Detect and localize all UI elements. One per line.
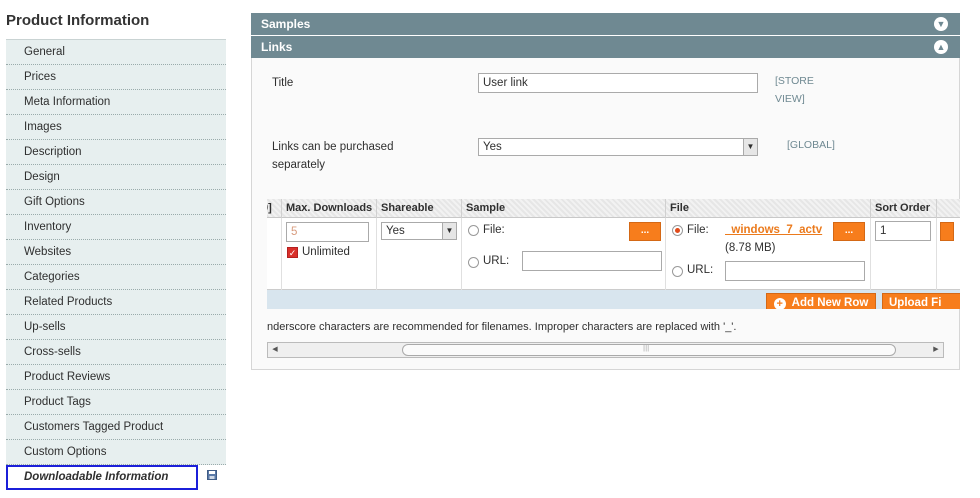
- sidebar-item-related-products[interactable]: Related Products: [6, 290, 226, 315]
- column-header-action: [936, 199, 960, 218]
- chevron-down-icon: ▼: [442, 223, 456, 239]
- file-name-link[interactable]: _windows_7_actv: [725, 221, 827, 239]
- shareable-select[interactable]: Yes ▼: [381, 222, 457, 240]
- column-header-partial: 0]: [267, 202, 272, 214]
- sort-order-input[interactable]: [875, 221, 931, 241]
- sidebar-item-cross-sells[interactable]: Cross-sells: [6, 340, 226, 365]
- column-header-file: File: [665, 199, 870, 218]
- collapse-icon[interactable]: ▲: [934, 40, 948, 54]
- sample-url-input[interactable]: [522, 251, 662, 271]
- cell-max-downloads: ✓ Unlimited: [281, 218, 376, 290]
- sidebar-item-general[interactable]: General: [6, 40, 226, 65]
- file-size: (8.78 MB): [725, 242, 776, 254]
- unlimited-checkbox[interactable]: ✓: [287, 247, 298, 258]
- title-scope: [STORE VIEW]: [775, 72, 814, 108]
- sidebar-item-product-tags[interactable]: Product Tags: [6, 390, 226, 415]
- column-header-sort-order: Sort Order: [870, 199, 936, 218]
- unlimited-label: Unlimited: [302, 246, 350, 258]
- file-url-radio[interactable]: [672, 266, 683, 277]
- sample-url-radio[interactable]: [468, 257, 479, 268]
- grip-icon: |||: [643, 343, 650, 352]
- sidebar-item-categories[interactable]: Categories: [6, 265, 226, 290]
- sidebar-item-custom-options[interactable]: Custom Options: [6, 440, 226, 465]
- add-new-row-label: Add New Row: [791, 297, 869, 309]
- sidebar-item-inventory[interactable]: Inventory: [6, 215, 226, 240]
- sidebar-item-images[interactable]: Images: [6, 115, 226, 140]
- title-label: Title: [272, 77, 294, 89]
- purchase-label-line1: Links can be purchased: [272, 141, 394, 153]
- sidebar: Product Information General Prices Meta In…: [0, 0, 227, 498]
- plus-icon: +: [773, 298, 786, 309]
- sample-browse-button[interactable]: ...: [629, 222, 661, 241]
- sample-url-label: URL:: [483, 255, 510, 267]
- sidebar-item-gift-options[interactable]: Gift Options: [6, 190, 226, 215]
- sidebar-item-product-reviews[interactable]: Product Reviews: [6, 365, 226, 390]
- file-url-label: URL:: [687, 264, 714, 276]
- expand-icon[interactable]: ▼: [934, 17, 948, 31]
- column-header-sample: Sample: [461, 199, 665, 218]
- column-header-shareable: Shareable: [376, 199, 461, 218]
- purchase-label-line2: separately: [272, 159, 326, 171]
- table-row: ✓ Unlimited Yes ▼ File: ... URL: File:: [267, 218, 960, 290]
- sidebar-item-meta-information[interactable]: Meta Information: [6, 90, 226, 115]
- scrollbar-thumb[interactable]: |||: [402, 343, 896, 356]
- sidebar-title: Product Information: [6, 12, 150, 29]
- delete-row-button[interactable]: [940, 222, 954, 241]
- samples-section-header[interactable]: Samples ▼: [251, 13, 960, 35]
- file-file-label: File:: [687, 224, 709, 236]
- sidebar-item-prices[interactable]: Prices: [6, 65, 226, 90]
- grid-header: 0] Max. Downloads Shareable Sample File …: [267, 199, 960, 218]
- title-scope-line2: VIEW]: [775, 93, 805, 105]
- save-icon[interactable]: [207, 470, 217, 480]
- title-scope-line1: [STORE: [775, 75, 814, 87]
- filename-note: nderscore characters are recommended for…: [267, 321, 737, 333]
- links-section-header[interactable]: Links ▲: [251, 36, 960, 58]
- file-url-input[interactable]: [725, 261, 865, 281]
- sidebar-tabs: General Prices Meta Information Images Descr…: [6, 39, 226, 490]
- file-browse-button[interactable]: ...: [833, 222, 865, 241]
- samples-section-title: Samples: [261, 17, 311, 31]
- links-grid: 0] Max. Downloads Shareable Sample File …: [267, 199, 960, 309]
- purchase-scope: [GLOBAL]: [787, 139, 835, 151]
- sample-file-label: File:: [483, 224, 505, 236]
- shareable-value: Yes: [386, 225, 405, 237]
- sample-file-radio[interactable]: [468, 225, 479, 236]
- purchase-separately-value: Yes: [483, 141, 502, 153]
- cell-action: [936, 218, 960, 290]
- max-downloads-input[interactable]: [286, 222, 369, 242]
- purchase-separately-select[interactable]: Yes ▼: [478, 138, 758, 156]
- links-section-title: Links: [261, 40, 293, 54]
- chevron-down-icon: ▼: [743, 139, 757, 155]
- horizontal-scrollbar[interactable]: ◀ ||| ▶: [267, 342, 944, 358]
- sidebar-item-up-sells[interactable]: Up-sells: [6, 315, 226, 340]
- cell-sample: File: ... URL:: [461, 218, 665, 290]
- sidebar-item-customers-tagged-product[interactable]: Customers Tagged Product: [6, 415, 226, 440]
- sidebar-item-websites[interactable]: Websites: [6, 240, 226, 265]
- scroll-left-icon[interactable]: ◀: [269, 343, 281, 357]
- scroll-right-icon[interactable]: ▶: [930, 343, 942, 357]
- column-header-max-downloads: Max. Downloads: [281, 199, 376, 218]
- cell-sort-order: [870, 218, 936, 290]
- grid-footer: + Add New Row Upload Fi: [267, 290, 960, 309]
- sidebar-item-design[interactable]: Design: [6, 165, 226, 190]
- sidebar-item-description[interactable]: Description: [6, 140, 226, 165]
- title-input[interactable]: [478, 73, 758, 93]
- cell-file: File: _windows_7_actv ... (8.78 MB) URL:: [665, 218, 870, 290]
- file-file-radio[interactable]: [672, 225, 683, 236]
- sidebar-item-downloadable-information[interactable]: Downloadable Information: [6, 465, 198, 490]
- purchase-separately-label: Links can be purchased separately: [272, 138, 393, 174]
- add-new-row-button[interactable]: + Add New Row: [766, 293, 876, 309]
- cell-shareable: Yes ▼: [376, 218, 461, 290]
- upload-files-button[interactable]: Upload Fi: [882, 293, 960, 309]
